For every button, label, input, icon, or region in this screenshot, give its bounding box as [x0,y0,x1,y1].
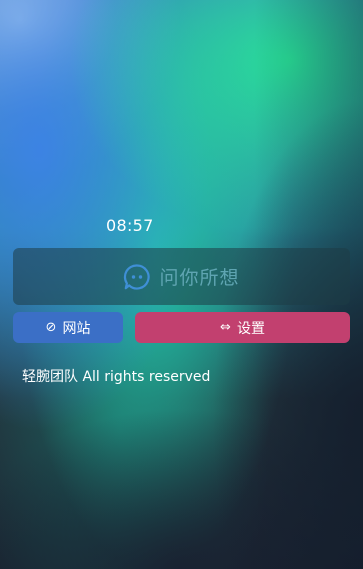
website-button-label: 网站 [62,320,91,337]
settings-icon: ⇔ [220,320,231,335]
search-content: 问你所想 [123,263,239,291]
settings-button-label: 设置 [236,320,265,337]
copyright-text: 轻腕团队 All rights reserved [22,369,211,385]
search-box[interactable]: 问你所想 [13,248,350,305]
website-icon: ⊘ [45,320,57,335]
website-button[interactable]: ⊘ 网站 [13,312,123,343]
chat-bubble-icon [123,263,151,291]
settings-button[interactable]: ⇔ 设置 [135,312,350,343]
clock-time: 08:57 [106,216,154,235]
search-placeholder: 问你所想 [159,267,240,289]
